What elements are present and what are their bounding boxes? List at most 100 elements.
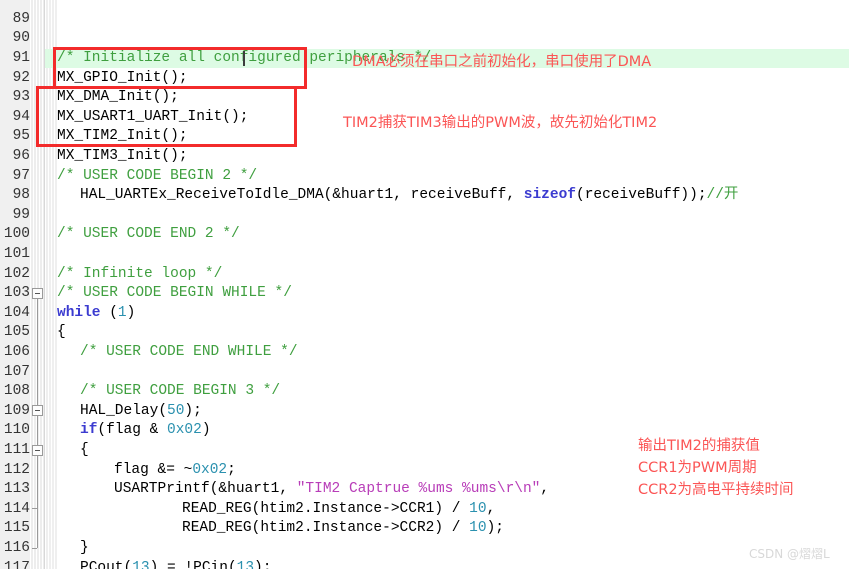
number-token: 13 <box>236 559 255 569</box>
code-line[interactable]: 116 PCout(13) = !PCin(13); <box>0 519 272 569</box>
fold-range-line-112 <box>37 456 38 508</box>
tim-init-highlight-box <box>36 86 297 147</box>
tim2-capture-note: TIM2捕获TIM3输出的PWM波，故先初始化TIM2 <box>343 115 658 131</box>
code-line[interactable]: 99 /* USER CODE END 2 */ <box>0 186 240 243</box>
line-content[interactable]: /* USER CODE BEGIN 3 */ <box>80 382 280 402</box>
line-content[interactable]: HAL_UARTEx_ReceiveToIdle_DMA(&huart1, re… <box>80 186 738 206</box>
code-line[interactable]: 97 HAL_UARTEx_ReceiveToIdle_DMA(&huart1,… <box>0 147 739 204</box>
comment-token: /* USER CODE END 2 */ <box>57 226 240 243</box>
code-line[interactable]: 106 <box>0 323 35 360</box>
code-line[interactable]: 117 } <box>0 539 35 569</box>
fold-end-tick-117 <box>32 548 37 549</box>
line-content[interactable]: /* USER CODE END 2 */ <box>57 225 240 245</box>
brace-token: { <box>57 324 66 341</box>
function-call-token: PCout( <box>80 559 133 569</box>
line-content[interactable]: /* USER CODE END WHILE */ <box>80 343 298 363</box>
code-line[interactable]: 112 USARTPrintf(&huart1, "TIM2 Captrue %… <box>0 441 549 498</box>
function-call-token: ) = !PCin( <box>149 559 237 569</box>
code-line[interactable]: 101 /* Infinite loop */ <box>0 225 222 282</box>
keyword-token: if <box>80 422 98 439</box>
code-line[interactable]: 94 MX_TIM2_Init(); <box>0 88 188 145</box>
line-content[interactable]: } <box>80 539 89 559</box>
line-content[interactable]: HAL_Delay(50); <box>80 402 202 422</box>
punctuation-token: (flag & <box>97 422 168 439</box>
code-line[interactable]: 110 { <box>0 402 89 458</box>
code-line[interactable]: 96 /* USER CODE BEGIN 2 */ <box>0 127 258 184</box>
punctuation-token: ) <box>126 304 136 321</box>
code-line[interactable]: 98 <box>0 167 35 203</box>
line-content[interactable]: READ_REG(htim2.Instance->CCR2) / 10); <box>182 519 504 539</box>
brace-token: { <box>80 441 89 458</box>
punctuation-token: ; <box>227 461 236 478</box>
line-content[interactable]: if(flag & 0x02) <box>80 421 211 441</box>
code-line[interactable]: 113 READ_REG(htim2.Instance->CCR1) / 10, <box>0 461 495 517</box>
number-token: 10 <box>469 520 487 537</box>
code-line[interactable]: 108 HAL_Delay(50); <box>0 363 202 419</box>
line-content[interactable]: while (1) <box>57 304 135 324</box>
comment-token: /* USER CODE BEGIN 2 */ <box>57 167 258 184</box>
comment-token: /* USER CODE BEGIN WHILE */ <box>57 285 292 302</box>
code-line[interactable]: 104 { <box>0 284 66 341</box>
line-content[interactable]: { <box>57 323 66 343</box>
code-editor[interactable]: 89 90 /* Initialize all configured perip… <box>0 0 849 569</box>
line-content[interactable]: PCout(13) = !PCin(13); <box>80 559 271 569</box>
code-line[interactable]: 93 MX_USART1_UART_Init(); <box>0 69 249 125</box>
function-call-token: HAL_Delay( <box>80 402 168 419</box>
code-line[interactable]: 92 MX_DMA_Init(); <box>0 49 179 106</box>
number-token: 1 <box>117 304 127 321</box>
dma-order-note: DMA必须在串口之前初始化，串口使用了DMA <box>352 54 652 70</box>
function-call-token: HAL_UARTEx_ReceiveToIdle_DMA(&huart1, re… <box>80 187 524 204</box>
function-call-token: ); <box>254 559 272 569</box>
fold-marker-104[interactable] <box>32 288 43 299</box>
code-line[interactable]: 95 MX_TIM3_Init(); <box>0 108 188 164</box>
comment-token: /* USER CODE BEGIN 3 */ <box>80 383 281 400</box>
punctuation-token: ) <box>201 422 211 439</box>
comment-token: //开 <box>706 187 739 204</box>
number-token: 0x02 <box>167 422 202 439</box>
punctuation-token: ); <box>486 520 504 537</box>
line-content[interactable]: /* USER CODE BEGIN WHILE */ <box>57 284 292 304</box>
code-line[interactable]: 91 MX_GPIO_Init(); <box>0 29 188 86</box>
fold-marker-110[interactable] <box>32 405 43 416</box>
function-call-token: (receiveBuff)); <box>576 187 707 204</box>
ccr-note-line1: 输出TIM2的捕获值 <box>638 438 760 454</box>
punctuation-token: , <box>540 481 550 498</box>
function-call-token: USARTPrintf(&huart1, <box>114 481 297 498</box>
dma-init-highlight-box <box>53 47 307 89</box>
line-content[interactable]: MX_TIM3_Init(); <box>57 147 188 167</box>
function-call-token: ); <box>184 402 202 419</box>
function-call-token: READ_REG(htim2.Instance->CCR1) / <box>182 500 470 517</box>
ccr-note-line2: CCR1为PWM周期 <box>638 460 757 476</box>
line-number: 117 <box>3 559 30 569</box>
line-content[interactable]: /* USER CODE BEGIN 2 */ <box>57 167 257 187</box>
code-line[interactable]: 89 <box>0 0 35 27</box>
number-token: 0x02 <box>192 461 228 478</box>
line-content[interactable]: flag &= ~0x02; <box>114 461 236 481</box>
code-line[interactable]: 100 <box>0 206 35 242</box>
function-call-token: MX_TIM3_Init(); <box>57 147 188 164</box>
line-content[interactable]: { <box>80 441 89 461</box>
number-token: 50 <box>167 402 185 419</box>
code-line[interactable]: 114 READ_REG(htim2.Instance->CCR2) / 10)… <box>0 480 504 537</box>
fold-marker-112[interactable] <box>32 445 43 456</box>
code-line[interactable]: 102 /* USER CODE BEGIN WHILE */ <box>0 245 292 302</box>
comment-token: /* Infinite loop */ <box>57 265 223 282</box>
code-line[interactable]: 90 /* Initialize all configured peripher… <box>0 10 432 66</box>
punctuation-token: ( <box>100 304 118 321</box>
code-line[interactable]: 111 flag &= ~0x02; <box>0 421 236 478</box>
punctuation-token: flag &= ~ <box>114 461 193 478</box>
keyword-token: sizeof <box>523 187 576 204</box>
code-line[interactable]: 105 /* USER CODE END WHILE */ <box>0 304 298 360</box>
code-line[interactable]: 103 while (1) <box>0 265 135 321</box>
line-content[interactable]: /* Infinite loop */ <box>57 265 222 285</box>
string-token: "TIM2 Captrue %ums %ums\r\n" <box>296 481 541 498</box>
punctuation-token: , <box>486 500 496 517</box>
comment-token: /* USER CODE END WHILE */ <box>80 343 298 360</box>
csdn-watermark: CSDN @熠熠L <box>749 547 830 561</box>
line-content[interactable]: READ_REG(htim2.Instance->CCR1) / 10, <box>182 500 495 520</box>
code-line[interactable]: 109 if(flag & 0x02) <box>0 382 211 439</box>
code-line[interactable]: 115 } <box>0 500 89 556</box>
code-line[interactable]: 107 /* USER CODE BEGIN 3 */ <box>0 343 280 400</box>
keyword-token: while <box>57 304 101 321</box>
line-content[interactable]: USARTPrintf(&huart1, "TIM2 Captrue %ums … <box>114 480 549 500</box>
